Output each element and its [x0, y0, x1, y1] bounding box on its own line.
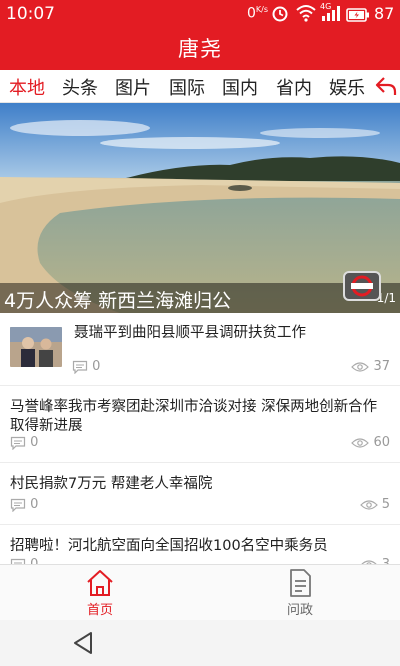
- beach-photo: [0, 103, 400, 313]
- app-title: 唐尧: [178, 37, 222, 61]
- comment-icon: [10, 498, 26, 512]
- reply-arrow-icon[interactable]: [375, 76, 397, 100]
- list-item[interactable]: 村民捐款7万元 帮建老人幸福院 0 5: [0, 463, 400, 525]
- tab-domestic[interactable]: 国内: [222, 74, 258, 100]
- tab-entertainment[interactable]: 娱乐: [329, 74, 365, 100]
- eye-icon: [351, 437, 370, 448]
- category-tabs: 本地 头条 图片 国际 国内 省内 娱乐: [0, 70, 400, 103]
- eye-icon: [359, 499, 378, 510]
- battery-level: 87: [374, 4, 395, 23]
- list-item[interactable]: 聂瑞平到曲阳县顺平县调研扶贫工作 0 37: [0, 313, 400, 386]
- comment-count: 0: [72, 359, 100, 374]
- tab-headlines[interactable]: 头条: [62, 74, 98, 100]
- back-triangle-icon[interactable]: [72, 631, 94, 659]
- news-title: 村民捐款7万元 帮建老人幸福院: [10, 476, 213, 492]
- status-time: 10:07: [6, 4, 55, 24]
- tab-province[interactable]: 省内: [276, 74, 312, 100]
- tv-station-logo: [343, 271, 381, 301]
- list-item[interactable]: 马誉峰率我市考察团赴深圳市洽谈对接 深保两地创新合作取得新进展 0 60: [0, 386, 400, 463]
- hero-banner[interactable]: 4万人众筹 新西兰海滩归公 1/1: [0, 103, 400, 313]
- hero-caption-bar: 4万人众筹 新西兰海滩归公 1/1: [0, 283, 400, 313]
- app-header: 唐尧: [0, 28, 400, 70]
- news-thumbnail: [10, 327, 62, 367]
- comment-count-value: 0: [30, 435, 39, 450]
- status-bar: 10:07 0K/s 4G 87: [0, 0, 400, 28]
- tab-international[interactable]: 国际: [169, 74, 205, 100]
- comment-count: 0: [10, 435, 38, 450]
- bottom-nav: 首页 问政: [0, 564, 400, 620]
- view-count: 5: [359, 497, 390, 512]
- home-icon: [85, 568, 115, 602]
- comment-icon: [72, 360, 88, 374]
- nav-inquiry-label: 问政: [286, 603, 313, 618]
- system-nav-bar: [0, 620, 400, 666]
- view-count: 60: [351, 435, 390, 450]
- battery-icon: [346, 7, 370, 26]
- news-title: 招聘啦！河北航空面向全国招收100名空中乘务员: [10, 538, 328, 554]
- view-count: 37: [351, 359, 390, 374]
- comment-icon: [10, 436, 26, 450]
- nav-inquiry[interactable]: 问政: [200, 565, 400, 621]
- comment-count-value: 0: [92, 359, 101, 374]
- network-speed-value: 0: [247, 5, 256, 22]
- network-speed: 0K/s: [247, 5, 268, 22]
- alarm-icon: [271, 4, 289, 26]
- view-count-value: 60: [373, 435, 390, 450]
- news-title: 马誉峰率我市考察团赴深圳市洽谈对接 深保两地创新合作取得新进展: [10, 399, 378, 434]
- nav-home[interactable]: 首页: [0, 565, 200, 621]
- hero-caption: 4万人众筹 新西兰海滩归公: [4, 290, 232, 312]
- tab-pictures[interactable]: 图片: [115, 74, 151, 100]
- cellular-signal-icon: 4G: [320, 2, 342, 26]
- network-type-label: 4G: [320, 2, 332, 11]
- comment-count-value: 0: [30, 497, 39, 512]
- comment-count: 0: [10, 497, 38, 512]
- network-speed-unit: K/s: [255, 5, 269, 14]
- view-count-value: 5: [381, 497, 390, 512]
- eye-icon: [351, 361, 370, 372]
- view-count-value: 37: [373, 359, 390, 374]
- news-title: 聂瑞平到曲阳县顺平县调研扶贫工作: [74, 325, 306, 341]
- document-icon: [285, 568, 315, 602]
- wifi-icon: [296, 4, 316, 26]
- tab-local[interactable]: 本地: [9, 74, 45, 100]
- nav-home-label: 首页: [86, 603, 113, 618]
